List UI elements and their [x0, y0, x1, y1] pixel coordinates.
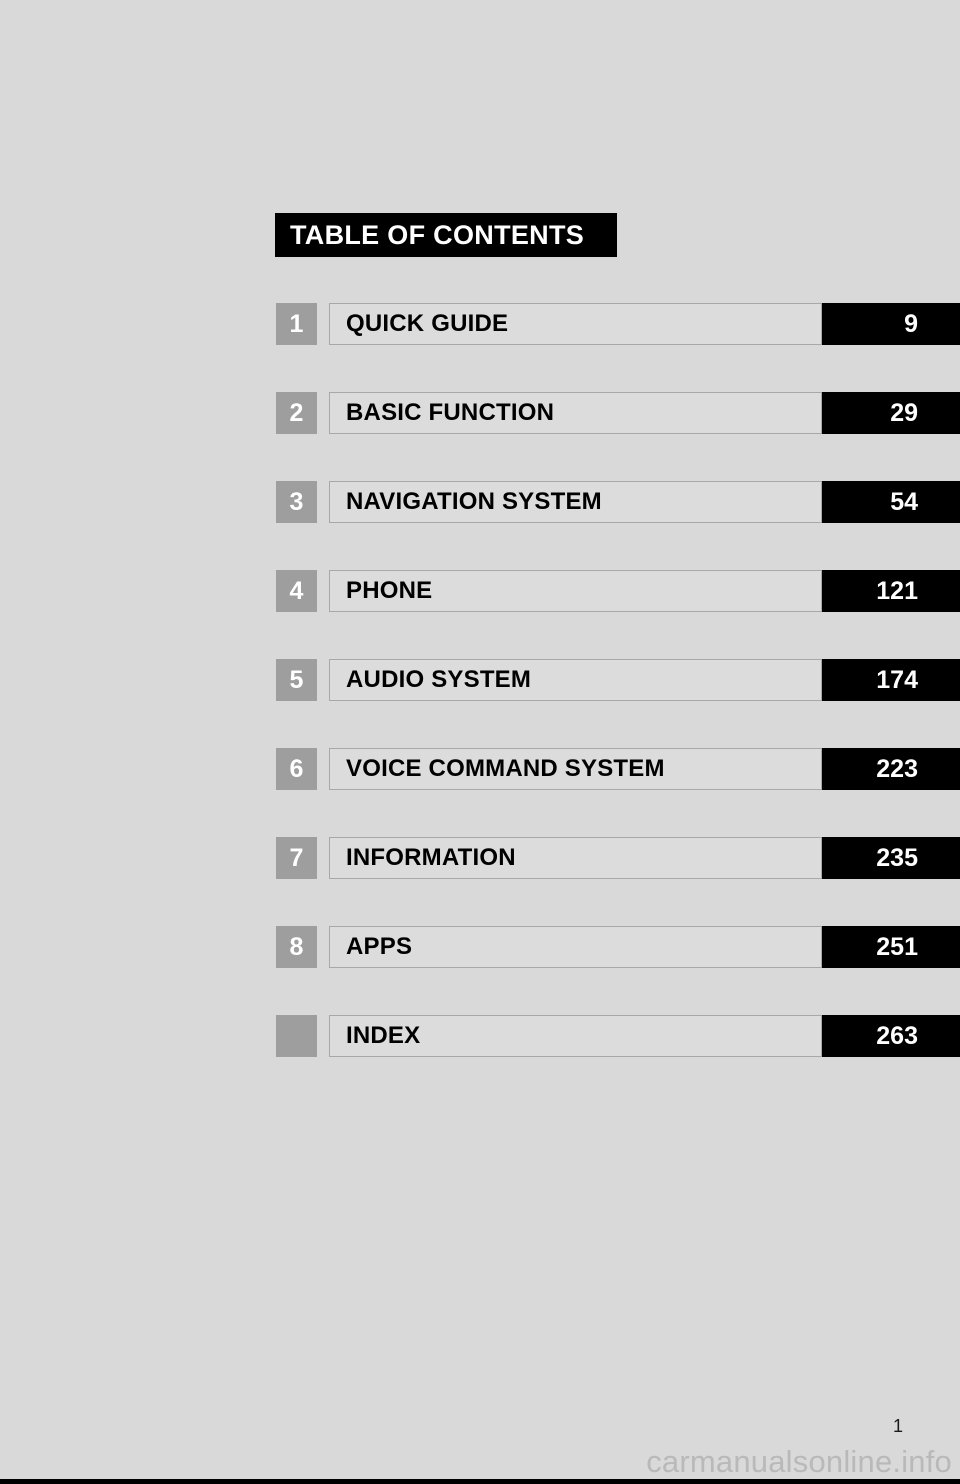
page-title: TABLE OF CONTENTS — [275, 213, 617, 257]
toc-chapter-label[interactable]: VOICE COMMAND SYSTEM — [329, 748, 822, 790]
toc-chapter-label[interactable]: AUDIO SYSTEM — [329, 659, 822, 701]
toc-page-number[interactable]: 29 — [822, 392, 960, 434]
toc-chapter-number: 7 — [276, 837, 317, 879]
manual-page: TABLE OF CONTENTS 1 QUICK GUIDE 9 2 BASIC FU… — [0, 0, 960, 1484]
toc-chapter-number: 2 — [276, 392, 317, 434]
site-watermark: carmanualsonline.info — [646, 1444, 952, 1479]
toc-chapter-label[interactable]: INFORMATION — [329, 837, 822, 879]
toc-entry-row[interactable]: 3 NAVIGATION SYSTEM 54 — [0, 481, 960, 523]
toc-page-number[interactable]: 121 — [822, 570, 960, 612]
toc-chapter-number: 3 — [276, 481, 317, 523]
toc-chapter-number: 1 — [276, 303, 317, 345]
toc-page-number[interactable]: 263 — [822, 1015, 960, 1057]
toc-chapter-label[interactable]: NAVIGATION SYSTEM — [329, 481, 822, 523]
toc-chapter-label[interactable]: APPS — [329, 926, 822, 968]
toc-entry-row[interactable]: 8 APPS 251 — [0, 926, 960, 968]
toc-chapter-label[interactable]: BASIC FUNCTION — [329, 392, 822, 434]
toc-chapter-label[interactable]: PHONE — [329, 570, 822, 612]
bottom-edge-bar — [0, 1479, 960, 1484]
toc-page-number[interactable]: 9 — [822, 303, 960, 345]
toc-chapter-label[interactable]: QUICK GUIDE — [329, 303, 822, 345]
toc-entry-row[interactable]: 2 BASIC FUNCTION 29 — [0, 392, 960, 434]
toc-chapter-number: 6 — [276, 748, 317, 790]
toc-entry-row[interactable]: INDEX 263 — [0, 1015, 960, 1057]
toc-page-number[interactable]: 54 — [822, 481, 960, 523]
table-of-contents-list: 1 QUICK GUIDE 9 2 BASIC FUNCTION 29 3 NAVIGATIO… — [0, 303, 960, 1104]
toc-page-number[interactable]: 174 — [822, 659, 960, 701]
toc-entry-row[interactable]: 6 VOICE COMMAND SYSTEM 223 — [0, 748, 960, 790]
toc-chapter-number: 5 — [276, 659, 317, 701]
toc-chapter-number — [276, 1015, 317, 1057]
toc-entry-row[interactable]: 1 QUICK GUIDE 9 — [0, 303, 960, 345]
page-folio-number: 1 — [892, 1416, 903, 1436]
toc-page-number[interactable]: 235 — [822, 837, 960, 879]
toc-page-number[interactable]: 251 — [822, 926, 960, 968]
toc-chapter-label[interactable]: INDEX — [329, 1015, 822, 1057]
toc-page-number[interactable]: 223 — [822, 748, 960, 790]
toc-chapter-number: 4 — [276, 570, 317, 612]
toc-chapter-number: 8 — [276, 926, 317, 968]
toc-entry-row[interactable]: 4 PHONE 121 — [0, 570, 960, 612]
toc-entry-row[interactable]: 7 INFORMATION 235 — [0, 837, 960, 879]
toc-entry-row[interactable]: 5 AUDIO SYSTEM 174 — [0, 659, 960, 701]
